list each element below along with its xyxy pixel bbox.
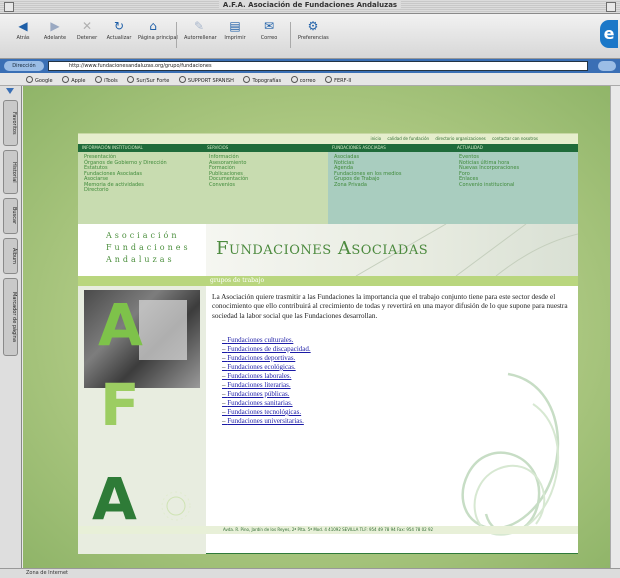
site-logo[interactable]: Asociación Fundaciones Andaluzas [78, 224, 206, 276]
back-button[interactable]: ◀ Atrás [8, 19, 38, 55]
top-links: inicio calidad de fundación directorio o… [78, 134, 578, 144]
side-photo: A F A [78, 286, 206, 554]
menu-heading: INFORMACIÓN INSTITUCIONAL [78, 144, 203, 152]
home-icon: ⌂ [149, 19, 157, 33]
foundation-link[interactable]: Fundaciones de discapacidad. [222, 345, 572, 354]
page-title: Fundaciones Asociadas [216, 238, 429, 259]
menu-heading: FUNDACIONES ASOCIADAS [328, 144, 453, 152]
gear-icon: ⚙ [307, 19, 319, 33]
logo-line: Andaluzas [106, 255, 175, 264]
section-bar: grupos de trabajo [78, 276, 578, 286]
preferences-button[interactable]: ⚙ Preferencias [298, 19, 329, 55]
afa-website: inicio calidad de fundación directorio o… [78, 133, 578, 554]
site-footer: Avda. R. Pino, Jardín de los Reyes, 2ª P… [78, 526, 578, 534]
sidebar-tab-search[interactable]: Buscar [3, 198, 18, 234]
toolbar-separator [176, 22, 177, 48]
sidebar-tab-bookmark[interactable]: Marcador de página [3, 278, 18, 356]
go-button[interactable] [598, 61, 616, 71]
intro-text: La Asociación quiere trasmitir a las Fun… [212, 292, 568, 320]
menu-item[interactable]: Directorio [84, 187, 203, 194]
back-label: Atrás [16, 35, 30, 41]
sidebar-tab-favorites[interactable]: Favoritos [3, 100, 18, 146]
menu-heading: SERVICIOS [203, 144, 328, 152]
sun-ornament-icon [161, 491, 191, 521]
photo-letter: A [98, 291, 143, 359]
sidebar-tab-album[interactable]: Álbum [3, 238, 18, 274]
browser-toolbar: ◀ Atrás ▶ Adelante ✕ Detener ↻ Actualiza… [0, 14, 620, 59]
window-titlebar: A.F.A. Asociación de Fundaciones Andaluz… [0, 0, 620, 14]
favorite-link[interactable]: SUPPORT SPANISH [179, 76, 234, 84]
stop-button[interactable]: ✕ Detener [72, 19, 102, 55]
top-link[interactable]: contactar con nosotros [492, 136, 538, 141]
mail-icon: ✉ [263, 19, 275, 33]
menu-heading: ACTUALIDAD [453, 144, 578, 152]
toolbar-separator [290, 22, 291, 48]
explorer-sidebar: Favoritos Historial Buscar Álbum Marcado… [0, 86, 22, 568]
sidebar-tab-history[interactable]: Historial [3, 150, 18, 194]
vertical-scrollbar[interactable] [610, 86, 620, 568]
favorite-link[interactable]: Google [26, 76, 53, 84]
top-link[interactable]: calidad de fundación [387, 136, 429, 141]
pencil-icon: ✎ [193, 19, 205, 33]
refresh-label: Actualizar [106, 35, 132, 41]
favorite-link[interactable]: iTools [95, 76, 118, 84]
preferences-label: Preferencias [298, 35, 329, 41]
favorite-link[interactable]: Apple [62, 76, 85, 84]
menu-column-asociadas: FUNDACIONES ASOCIADAS Asociadas Noticias… [328, 144, 453, 224]
address-label: Dirección [4, 61, 44, 71]
print-button[interactable]: ▤ Imprimir [220, 19, 250, 55]
menu-item[interactable]: Zona Privada [334, 182, 453, 189]
menu-item[interactable]: Convenios [209, 182, 328, 189]
window-title: A.F.A. Asociación de Fundaciones Andaluz… [218, 1, 402, 9]
site-menu: INFORMACIÓN INSTITUCIONAL Presentación Ó… [78, 144, 578, 224]
forward-button[interactable]: ▶ Adelante [40, 19, 70, 55]
page-banner: Fundaciones Asociadas [206, 224, 578, 276]
forward-label: Adelante [43, 35, 67, 41]
menu-column-institucional: INFORMACIÓN INSTITUCIONAL Presentación Ó… [78, 144, 203, 224]
refresh-icon: ↻ [113, 19, 125, 33]
foundation-link[interactable]: Fundaciones deportivas. [222, 354, 572, 363]
refresh-button[interactable]: ↻ Actualizar [104, 19, 134, 55]
favorite-link[interactable]: Sur/Sur Forte [127, 76, 169, 84]
stop-icon: ✕ [81, 19, 93, 33]
home-button[interactable]: ⌂ Página principal [138, 19, 178, 55]
mail-button[interactable]: ✉ Correo [254, 19, 284, 55]
home-label: Página principal [138, 35, 178, 41]
print-label: Imprimir [224, 35, 246, 41]
page-viewport: inicio calidad de fundación directorio o… [23, 86, 620, 568]
menu-column-servicios: SERVICIOS Información Asesoramiento Form… [203, 144, 328, 224]
section-label: grupos de trabajo [210, 277, 265, 284]
favorite-link[interactable]: Topografías [243, 76, 281, 84]
autofill-label: Autorrellenar [184, 35, 217, 41]
logo-line: Fundaciones [106, 243, 191, 252]
autofill-button[interactable]: ✎ Autorrellenar [184, 19, 217, 55]
mail-label: Correo [260, 35, 278, 41]
favorites-bar: Google Apple iTools Sur/Sur Forte SUPPOR… [0, 73, 620, 86]
zoom-window-button[interactable] [606, 2, 616, 12]
photo-letter: A [92, 465, 137, 533]
sidebar-toggle-icon[interactable] [6, 88, 14, 94]
stop-label: Detener [76, 35, 98, 41]
address-bar: Dirección http://www.fundacionesandaluza… [0, 59, 620, 73]
top-link[interactable]: inicio [371, 136, 382, 141]
favorite-link[interactable]: FERF-II [325, 76, 351, 84]
forward-arrow-icon: ▶ [50, 19, 60, 33]
photo-letter: F [100, 371, 140, 439]
menu-column-actualidad: ACTUALIDAD Eventos Noticias última hora … [453, 144, 578, 224]
foundation-link[interactable]: Fundaciones culturales. [222, 336, 572, 345]
favorite-link[interactable]: correo [291, 76, 316, 84]
url-field[interactable]: http://www.fundacionesandaluzas.org/grup… [48, 61, 588, 71]
status-bar: Zona de Internet [0, 568, 620, 578]
back-arrow-icon: ◀ [18, 19, 28, 33]
top-link[interactable]: directorio organizaciones [435, 136, 485, 141]
logo-line: Asociación [106, 231, 180, 240]
menu-item[interactable]: Convenio institucional [459, 182, 578, 189]
browser-logo-icon: e [600, 20, 618, 48]
window-title-container: A.F.A. Asociación de Fundaciones Andaluz… [0, 1, 620, 9]
printer-icon: ▤ [229, 19, 241, 33]
